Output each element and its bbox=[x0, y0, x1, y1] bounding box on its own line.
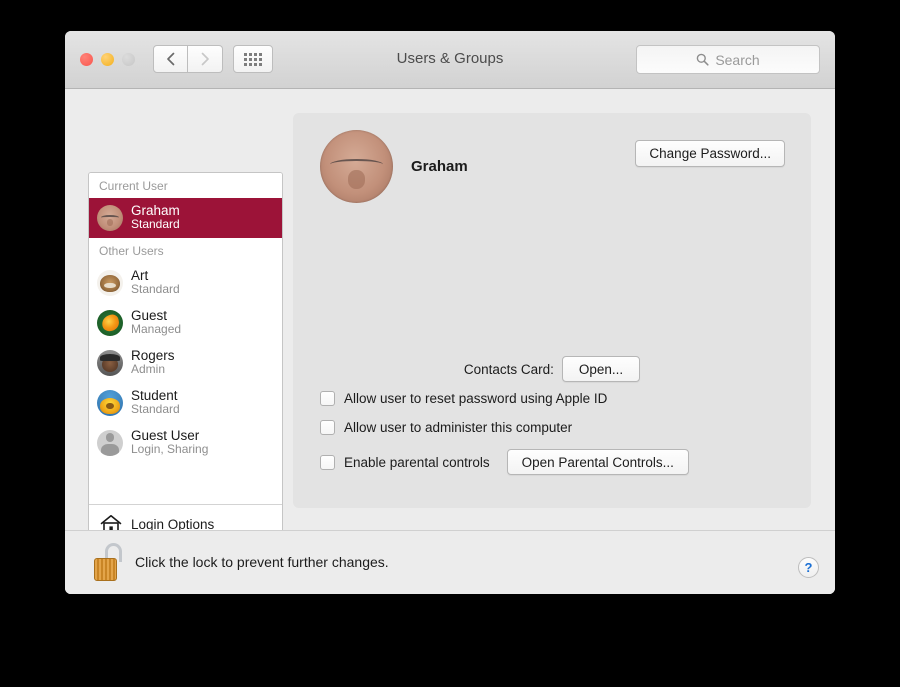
lock-bar: Click the lock to prevent further change… bbox=[65, 530, 835, 594]
user-name: Student bbox=[131, 387, 178, 403]
password-pane: Graham Change Password... Contacts Card:… bbox=[293, 113, 811, 508]
lock-status-text: Click the lock to prevent further change… bbox=[135, 554, 389, 570]
checkbox-label: Allow user to administer this computer bbox=[344, 420, 573, 435]
contacts-card-row: Contacts Card: Open... bbox=[293, 356, 811, 382]
minimize-button[interactable] bbox=[101, 53, 114, 66]
zoom-button[interactable] bbox=[122, 53, 135, 66]
user-role: Managed bbox=[131, 322, 182, 337]
sidebar-user-graham[interactable]: Graham Standard bbox=[89, 198, 282, 238]
user-name: Guest bbox=[131, 307, 168, 323]
avatar bbox=[97, 309, 123, 336]
open-contacts-card-button[interactable]: Open... bbox=[561, 356, 641, 382]
window-body: Current User Graham Standard Other Users… bbox=[65, 89, 835, 594]
checkbox-box[interactable] bbox=[320, 454, 335, 470]
user-role: Admin bbox=[131, 362, 166, 377]
checkbox-box[interactable] bbox=[320, 391, 335, 406]
sidebar-user-student[interactable]: Student Standard bbox=[89, 383, 282, 423]
preferences-window: Users & Groups Search Current User Graha… bbox=[65, 31, 835, 594]
show-all-grid-icon bbox=[244, 52, 262, 66]
user-role: Login, Sharing bbox=[131, 442, 209, 457]
sidebar-user-guest[interactable]: Guest Managed bbox=[89, 303, 282, 343]
checkbox-reset-password-apple-id[interactable]: Allow user to reset password using Apple… bbox=[320, 391, 689, 406]
window-titlebar: Users & Groups Search bbox=[65, 31, 835, 89]
traffic-light-group bbox=[80, 53, 135, 66]
search-field[interactable]: Search bbox=[636, 45, 820, 74]
open-parental-controls-button[interactable]: Open Parental Controls... bbox=[506, 449, 689, 475]
avatar bbox=[97, 349, 123, 376]
checkbox-label: Enable parental controls bbox=[344, 454, 490, 470]
padlock-body bbox=[94, 558, 117, 581]
user-name: Art bbox=[131, 267, 149, 283]
section-header-current-user: Current User bbox=[89, 173, 282, 198]
close-button[interactable] bbox=[80, 53, 93, 66]
back-button[interactable] bbox=[153, 45, 188, 73]
checkbox-label: Allow user to reset password using Apple… bbox=[344, 391, 608, 406]
checkbox-administer-computer[interactable]: Allow user to administer this computer bbox=[320, 420, 689, 435]
avatar bbox=[97, 429, 123, 456]
user-role: Standard bbox=[131, 402, 180, 417]
section-header-other-users: Other Users bbox=[89, 238, 282, 263]
change-password-button[interactable]: Change Password... bbox=[635, 140, 785, 167]
user-name: Graham bbox=[131, 202, 180, 218]
show-all-button[interactable] bbox=[233, 45, 273, 73]
checkbox-enable-parental-controls[interactable]: Enable parental controls Open Parental C… bbox=[320, 449, 689, 475]
forward-button[interactable] bbox=[188, 45, 223, 73]
user-role: Standard bbox=[131, 282, 180, 297]
user-name: Rogers bbox=[131, 347, 175, 363]
avatar bbox=[97, 389, 123, 416]
user-role: Standard bbox=[131, 217, 180, 232]
sidebar-user-rogers[interactable]: Rogers Admin bbox=[89, 343, 282, 383]
avatar[interactable] bbox=[320, 130, 393, 203]
checkbox-box[interactable] bbox=[320, 420, 335, 435]
contacts-card-label: Contacts Card: bbox=[463, 361, 554, 377]
search-placeholder: Search bbox=[715, 51, 760, 68]
user-list-scroll[interactable]: Current User Graham Standard Other Users… bbox=[89, 173, 282, 504]
chevron-right-icon bbox=[201, 52, 209, 66]
user-list-sidebar: Current User Graham Standard Other Users… bbox=[88, 172, 283, 568]
help-button[interactable]: ? bbox=[798, 557, 819, 578]
page-title: Graham bbox=[411, 158, 468, 175]
user-name: Guest User bbox=[131, 427, 200, 443]
search-icon bbox=[697, 53, 709, 66]
navigation-button-group bbox=[153, 45, 223, 73]
permissions-checkbox-group: Allow user to reset password using Apple… bbox=[320, 391, 689, 475]
unlocked-padlock-icon[interactable] bbox=[94, 543, 124, 581]
avatar bbox=[97, 269, 123, 296]
sidebar-user-guest-user[interactable]: Guest User Login, Sharing bbox=[89, 423, 282, 463]
chevron-left-icon bbox=[167, 52, 175, 66]
avatar bbox=[97, 204, 123, 231]
sidebar-user-art[interactable]: Art Standard bbox=[89, 263, 282, 303]
current-user-row: Graham bbox=[320, 130, 468, 203]
